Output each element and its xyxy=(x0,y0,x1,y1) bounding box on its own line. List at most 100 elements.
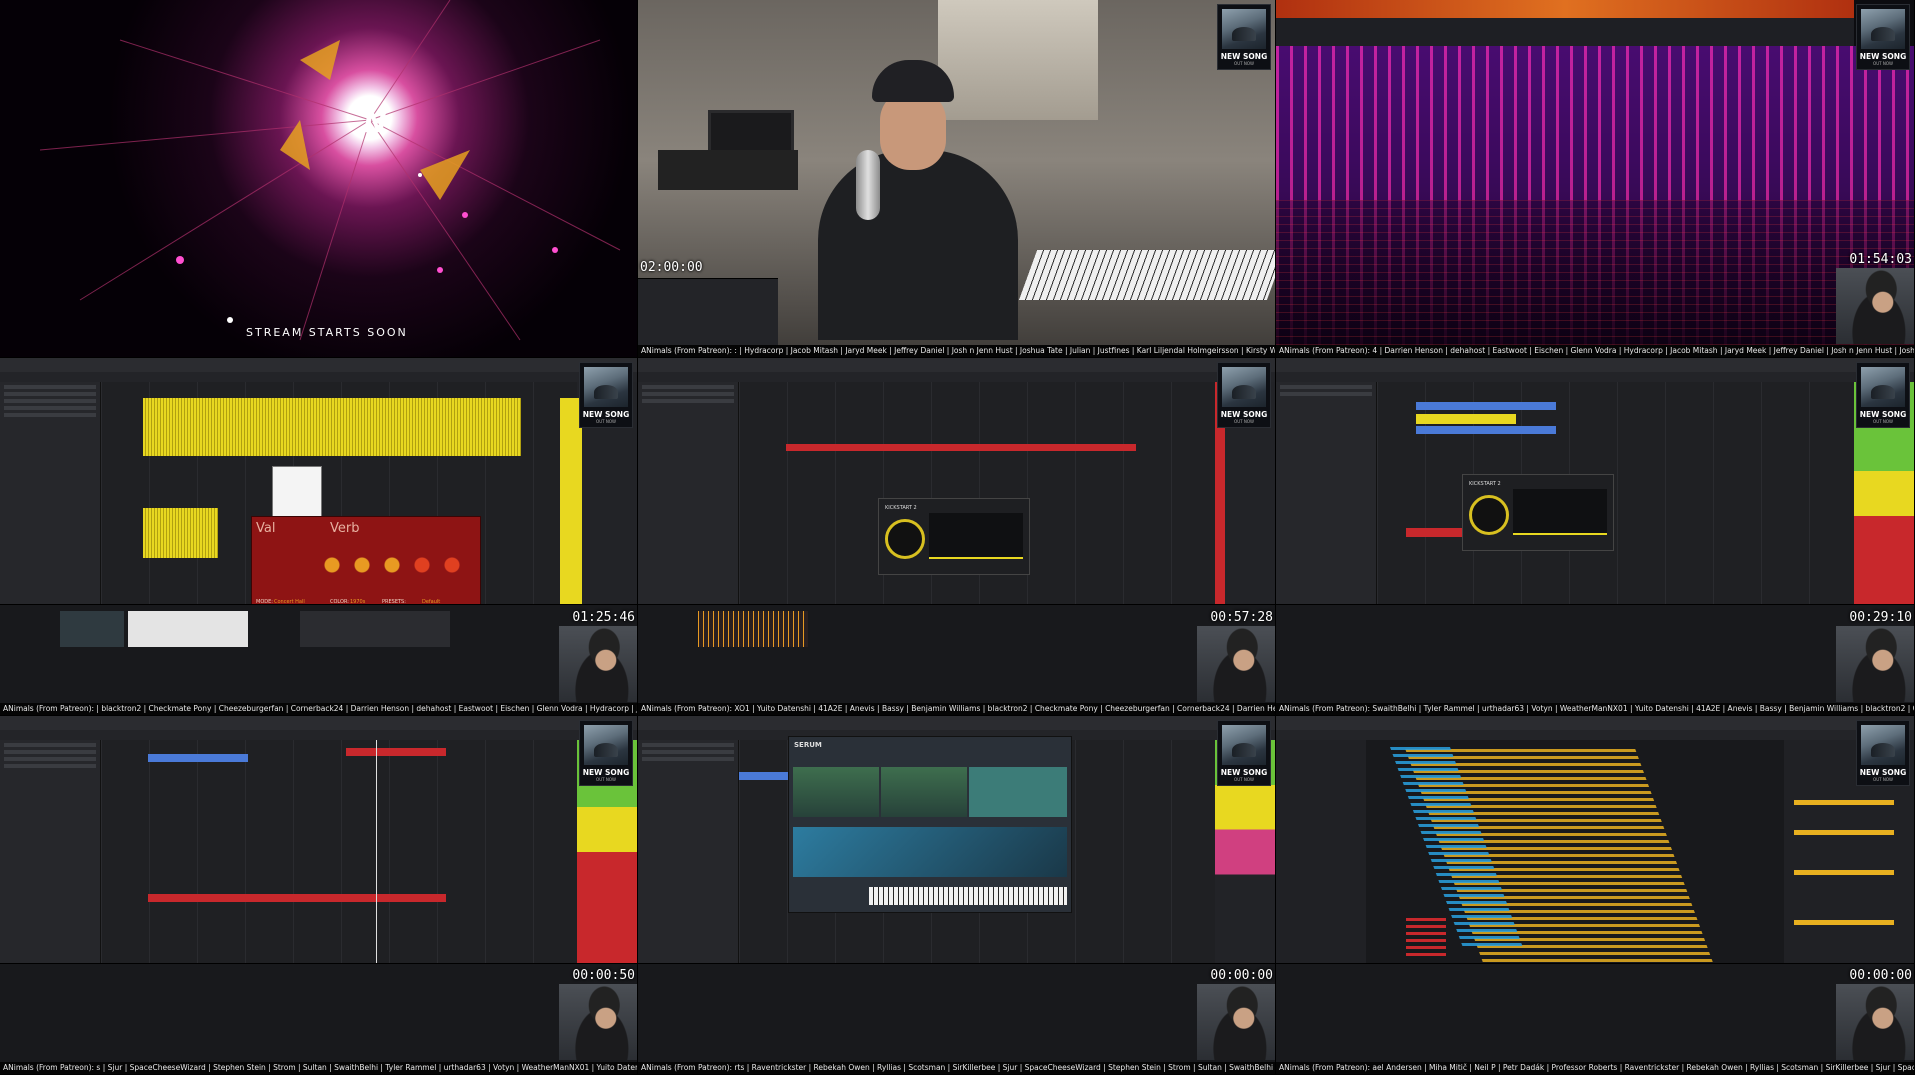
stream-timer: 00:29:10 xyxy=(1849,610,1912,625)
daw-browser-panel xyxy=(638,740,739,964)
tile-daw-browser: 00:00:00 NEW SONG OUT NOW ANimals (From … xyxy=(1276,716,1915,1075)
envelope-curve xyxy=(1513,489,1607,535)
streamer-body xyxy=(818,150,1018,340)
webcam-inset xyxy=(1197,626,1275,702)
new-song-badge: NEW SONG OUT NOW xyxy=(1856,720,1910,786)
album-art xyxy=(1861,367,1905,407)
tile-stream-starts: N STREAM STARTS SOON xyxy=(0,0,638,358)
audio-clip-yellow[interactable] xyxy=(143,398,521,456)
filter-bar-4[interactable] xyxy=(1794,920,1894,925)
tile-daw-arrangement: 00:00:50 NEW SONG OUT NOW ANimals (From … xyxy=(0,716,638,1075)
app-toolbar xyxy=(1276,730,1914,740)
new-song-sub: OUT NOW xyxy=(1873,61,1893,66)
new-song-sub: OUT NOW xyxy=(1234,61,1254,66)
new-song-label: NEW SONG xyxy=(1220,768,1268,777)
filter-bar-1[interactable] xyxy=(1794,800,1894,805)
stream-starts-label: STREAM STARTS SOON xyxy=(246,326,408,339)
kickstart-dial[interactable] xyxy=(1469,495,1509,535)
daw-toolbar xyxy=(1276,372,1914,382)
results-list-red[interactable] xyxy=(1406,916,1446,956)
new-song-badge: NEW SONG OUT NOW xyxy=(1217,4,1271,70)
plugin-title: KICKSTART 2 xyxy=(885,505,917,511)
album-art xyxy=(1861,9,1905,49)
particle-burst xyxy=(39,0,621,341)
new-song-sub: OUT NOW xyxy=(596,777,616,782)
device-chain xyxy=(638,604,1275,703)
midi-clip-blue[interactable] xyxy=(1416,402,1556,410)
serum-keyboard[interactable] xyxy=(869,887,1067,905)
midi-clip-blue-2[interactable] xyxy=(1416,426,1556,434)
waveform-bar xyxy=(1276,0,1854,18)
daw-menubar xyxy=(1276,358,1914,373)
plugin-knobs[interactable] xyxy=(322,545,472,591)
daw-browser-panel xyxy=(1276,382,1377,605)
new-song-sub: OUT NOW xyxy=(1234,419,1254,424)
device-lfo[interactable] xyxy=(128,611,248,647)
folder-panel xyxy=(1276,740,1366,964)
spectrogram-lower xyxy=(1276,200,1914,345)
webcam-inset xyxy=(559,984,637,1060)
filter-bar-3[interactable] xyxy=(1794,870,1894,875)
microphone xyxy=(856,150,880,220)
tile-webcam: 02:00:00 NEW SONG OUT NOW ANimals (From … xyxy=(638,0,1276,358)
stream-grid: N STREAM STARTS SOON 02:00:00 NEW SONG O… xyxy=(0,0,1915,1075)
patreon-ticker: ANimals (From Patreon): SwaithBelhi | Ty… xyxy=(1276,703,1914,715)
new-song-label: NEW SONG xyxy=(1220,410,1268,419)
midi-clip-yellow[interactable] xyxy=(1416,414,1516,424)
patreon-ticker: ANimals (From Patreon): s | Sjur | Space… xyxy=(0,1062,637,1074)
daw-menubar xyxy=(0,716,637,731)
audio-clip-yellow-small[interactable] xyxy=(143,508,218,558)
serum-osc-b[interactable] xyxy=(881,767,967,817)
midi-clip-blue[interactable] xyxy=(739,772,789,780)
new-song-sub: OUT NOW xyxy=(596,419,616,424)
kickstart-plugin: KICKSTART 2 xyxy=(878,498,1030,575)
tile-spectrogram: 01:54:03 NEW SONG OUT NOW ANimals (From … xyxy=(1276,0,1915,358)
playhead[interactable] xyxy=(376,740,377,964)
device-osc[interactable] xyxy=(698,611,808,647)
new-song-badge: NEW SONG OUT NOW xyxy=(1217,362,1271,428)
stream-timer: 00:00:50 xyxy=(572,968,635,983)
device-eq[interactable] xyxy=(60,611,124,647)
device-spectrum[interactable] xyxy=(300,611,450,647)
device-chain xyxy=(638,963,1275,1062)
midi-clip-red[interactable] xyxy=(786,444,1136,451)
midi-clip-red[interactable] xyxy=(346,748,446,756)
patreon-ticker: ANimals (From Patreon): XO1 | Yuito Date… xyxy=(638,703,1275,715)
kickstart-dial[interactable] xyxy=(885,519,925,559)
daw-menubar xyxy=(0,358,637,373)
plugin-title-right: Verb xyxy=(330,521,360,536)
new-song-badge: NEW SONG OUT NOW xyxy=(1856,4,1910,70)
midi-clip-red-long[interactable] xyxy=(148,894,446,902)
serum-env-lfo[interactable] xyxy=(793,827,1067,877)
serum-filter[interactable] xyxy=(969,767,1067,817)
daw-menubar xyxy=(638,716,1275,731)
stream-timer: 00:00:00 xyxy=(1849,968,1912,983)
new-song-sub: OUT NOW xyxy=(1873,419,1893,424)
audio-clip-yellow-right[interactable] xyxy=(560,398,582,628)
new-song-badge: NEW SONG OUT NOW xyxy=(579,362,633,428)
tile-daw-kickstart: KICKSTART 2 00:57:28 NEW SONG OUT NOW AN… xyxy=(638,358,1276,716)
webcam-inset xyxy=(1197,984,1275,1060)
new-song-badge: NEW SONG OUT NOW xyxy=(1856,362,1910,428)
new-song-label: NEW SONG xyxy=(1859,768,1907,777)
webcam-inset xyxy=(1836,984,1914,1060)
patreon-ticker: ANimals (From Patreon): 4 | Darrien Hens… xyxy=(1276,345,1914,357)
daw-browser-panel xyxy=(0,740,101,964)
envelope-curve xyxy=(929,513,1023,559)
tile-daw-serum: SERUM 00:00:00 NEW SONG OUT NOW ANimals … xyxy=(638,716,1276,1075)
new-song-sub: OUT NOW xyxy=(1234,777,1254,782)
filter-bar-2[interactable] xyxy=(1794,830,1894,835)
new-song-badge: NEW SONG OUT NOW xyxy=(1217,720,1271,786)
device-chain xyxy=(1276,604,1914,703)
tile-daw-kickstart-2: KICKSTART 2 00:29:10 NEW SONG OUT NOW AN… xyxy=(1276,358,1915,716)
stream-timer: 02:00:00 xyxy=(640,260,703,275)
serum-osc-a[interactable] xyxy=(793,767,879,817)
patreon-ticker: ANimals (From Patreon): rts | Raventrick… xyxy=(638,1062,1275,1074)
mini-panel xyxy=(638,278,778,345)
kickstart-plugin: KICKSTART 2 xyxy=(1462,474,1614,551)
window-light xyxy=(938,0,1098,120)
album-art xyxy=(584,725,628,765)
new-song-sub: OUT NOW xyxy=(1873,777,1893,782)
midi-clip-blue[interactable] xyxy=(148,754,248,762)
daw-toolbar xyxy=(638,372,1275,382)
